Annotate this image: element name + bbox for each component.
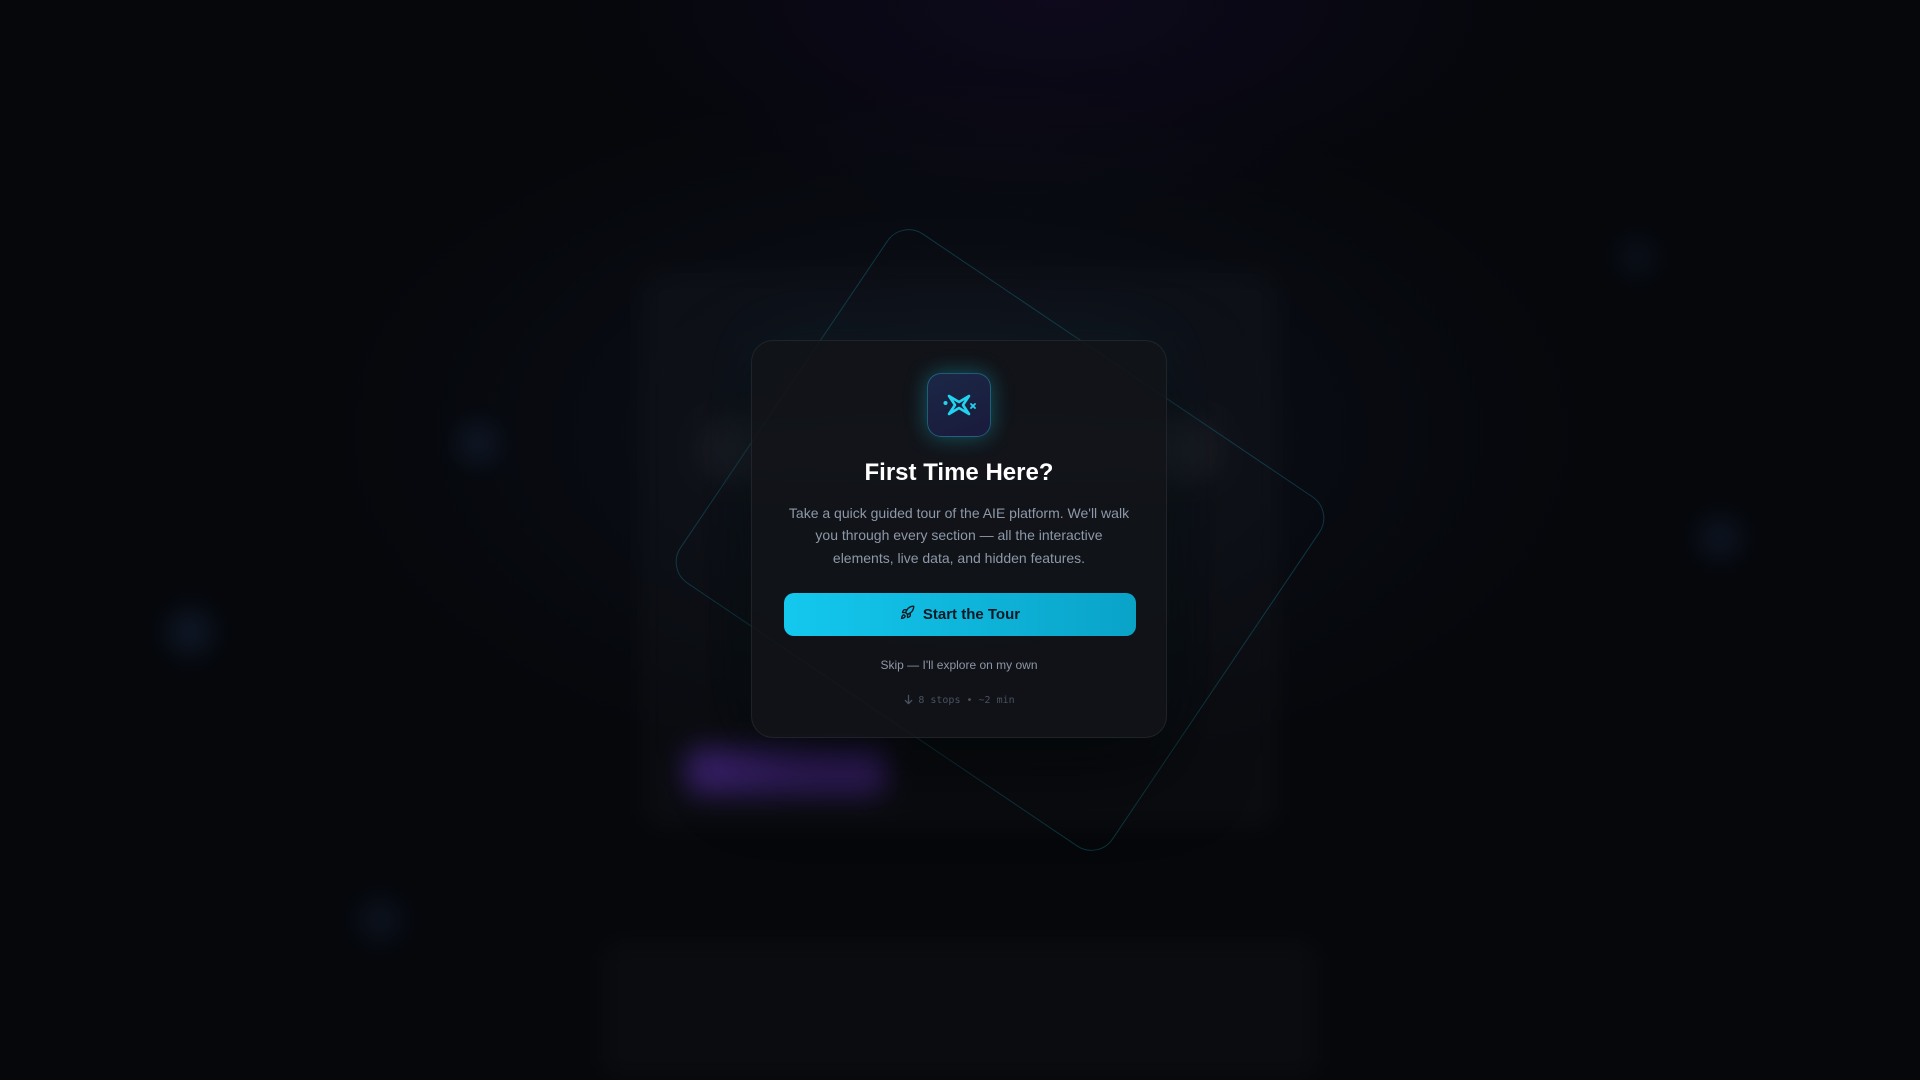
tour-meta: 8 stops • ~2 min	[784, 694, 1134, 708]
tour-meta-text: 8 stops • ~2 min	[918, 695, 1015, 707]
arrow-down-icon	[903, 694, 914, 708]
ghost-dot	[1620, 240, 1654, 274]
ghost-dot	[460, 425, 496, 461]
start-tour-label: Start the Tour	[922, 605, 1021, 623]
start-tour-button[interactable]: Start the Tour	[784, 592, 1136, 636]
ghost-footer	[600, 940, 1320, 1080]
ghost-button	[686, 748, 886, 794]
modal-title: First Time Here?	[864, 459, 1054, 486]
modal-description: Take a quick guided tour of the AIE plat…	[788, 504, 1130, 566]
rocket-icon	[900, 605, 915, 624]
ghost-dot	[168, 610, 212, 654]
onboarding-modal: First Time Here? Take a quick guided tou…	[751, 340, 1167, 738]
skip-link[interactable]: Skip — I'll explore on my own	[880, 658, 1037, 672]
sparkle-icon	[927, 373, 991, 437]
ghost-dot	[1700, 518, 1740, 558]
page-backdrop: First Time Here? Take a quick guided tou…	[0, 0, 1920, 1080]
ghost-dot	[360, 900, 400, 940]
